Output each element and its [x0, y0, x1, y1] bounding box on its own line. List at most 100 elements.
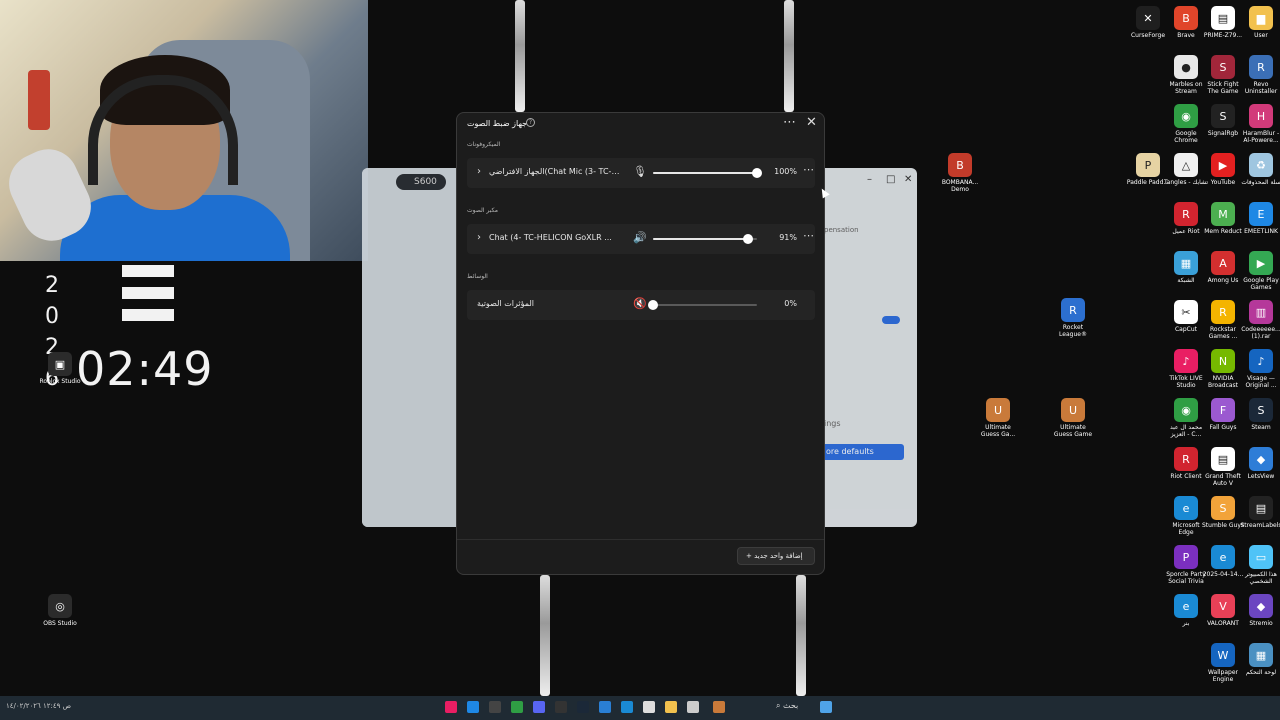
more-options-icon[interactable]: ⋯: [783, 115, 796, 130]
app-icon: F: [1211, 398, 1235, 422]
device-row-microphone[interactable]: › الجهاز الافتراضي(Chat Mic (3- TC-H... …: [467, 158, 815, 188]
desktop-icon[interactable]: ▆ User: [1239, 6, 1280, 39]
desktop-icon-label: Wallpaper Engine: [1207, 669, 1238, 683]
webcam-overlay: [0, 0, 368, 261]
desktop-icon-label: محمد ال عبد العزيز - C...: [1169, 424, 1203, 438]
steam-icon[interactable]: [577, 701, 589, 713]
app-icon: e: [1174, 496, 1198, 520]
desktop-icon-label: CurseForge: [1130, 32, 1166, 39]
desktop-icon[interactable]: U Ultimate Guess Ga...: [976, 398, 1020, 438]
desktop-icon[interactable]: ◆ LetsView: [1239, 447, 1280, 480]
app-icon: R: [1211, 300, 1235, 324]
app-icon: N: [1211, 349, 1235, 373]
desktop-icon[interactable]: ◆ Stremio: [1239, 594, 1280, 627]
app-icon[interactable]: [713, 701, 725, 713]
desktop-icon-label: لوحة التحكم: [1245, 669, 1277, 676]
volume-slider[interactable]: [653, 234, 757, 244]
system-tray-clock[interactable]: ص ١٢:٤٩ ١٤/٠٢/٢٠٢٦: [6, 702, 71, 710]
volume-slider[interactable]: [653, 168, 762, 178]
speaker-muted-icon[interactable]: 🔇: [633, 297, 647, 310]
chrome-icon[interactable]: [511, 701, 523, 713]
slider-knob[interactable]: [742, 234, 753, 244]
desktop-icon[interactable]: R Revo Uninstaller: [1239, 55, 1280, 95]
store-icon[interactable]: [643, 701, 655, 713]
desktop-icon-label: Stick Fight The Game: [1207, 81, 1239, 95]
app-icon: W: [1211, 643, 1235, 667]
desktop-icon-label: User: [1254, 32, 1268, 39]
vscode-icon[interactable]: [599, 701, 611, 713]
close-icon[interactable]: ✕: [806, 115, 817, 130]
close-icon[interactable]: ✕: [904, 174, 912, 185]
slider-knob[interactable]: [648, 300, 658, 310]
desktop-icon[interactable]: ▤ StreamLabels: [1239, 496, 1280, 529]
app-icon: ●: [1174, 55, 1198, 79]
volume-mixer-panel: جهاز ضبط الصوت ? ⋯ ✕ الميكروفونات › الجه…: [456, 112, 825, 575]
minimize-icon[interactable]: –: [867, 174, 872, 185]
desktop-icon[interactable]: S Steam: [1239, 398, 1280, 431]
app-icon: ✕: [1136, 6, 1160, 30]
tiktok-icon[interactable]: [445, 701, 457, 713]
desktop-icon-label: BOMBANA... Demo: [941, 179, 979, 193]
start-icon[interactable]: [820, 701, 832, 713]
desktop-icon-label: HaramBlur - Al-Powere...: [1242, 130, 1280, 144]
app-icon: ▶: [1211, 153, 1235, 177]
background-window-sidebar: [362, 168, 457, 527]
clock-time: 02:49: [76, 342, 214, 396]
desktop-icon[interactable]: ▶ Google Play Games: [1239, 251, 1280, 291]
device-row-media[interactable]: المؤثرات الصوتية 🔇 0%: [467, 290, 815, 320]
help-icon[interactable]: ?: [526, 118, 535, 127]
device-chip[interactable]: S600: [396, 174, 446, 190]
more-options-icon[interactable]: ⋯: [803, 163, 814, 176]
discord-icon[interactable]: [533, 701, 545, 713]
wallpaper-strip: [796, 575, 806, 696]
app-icon: ♪: [1249, 349, 1273, 373]
desktop-icon-label: Steam: [1251, 424, 1271, 431]
desktop-icon-label: PRIME-Z79...: [1203, 32, 1243, 39]
obs-icon[interactable]: [489, 701, 501, 713]
chevron-right-icon[interactable]: ›: [477, 166, 481, 177]
desktop-icon[interactable]: P Paddle Padd...: [1126, 153, 1170, 186]
desktop-icon[interactable]: U Ultimate Guess Game: [1051, 398, 1095, 438]
section-label-microphones: الميكروفونات: [467, 141, 501, 148]
slider-knob[interactable]: [752, 168, 762, 178]
app-icon: E: [1249, 202, 1273, 226]
desktop-icon-label: YouTube: [1210, 179, 1236, 186]
terminal-icon[interactable]: [555, 701, 567, 713]
toggle-switch[interactable]: [882, 316, 900, 324]
chevron-right-icon[interactable]: ›: [477, 232, 481, 243]
desktop-icon[interactable]: B BOMBANA... Demo: [938, 153, 982, 193]
desktop-icon[interactable]: H HaramBlur - Al-Powere...: [1239, 104, 1280, 144]
desktop-icon[interactable]: ♪ Visage — Original ...: [1239, 349, 1280, 389]
desktop-icon[interactable]: ▥ Codeeeeee...(1).rar: [1239, 300, 1280, 340]
clock-menu-icon: [122, 265, 174, 333]
desktop-icon-label: بنر: [1182, 620, 1190, 627]
app-icon: ▦: [1249, 643, 1273, 667]
app-icon: R: [1061, 298, 1085, 322]
file-explorer-icon[interactable]: [665, 701, 677, 713]
taskbar-search[interactable]: ⌕ بحث: [776, 701, 798, 711]
app-icon[interactable]: [467, 701, 479, 713]
desktop-icon[interactable]: ♻ سلة المحذوفات: [1239, 153, 1280, 186]
restore-defaults-button[interactable]: ore defaults: [822, 444, 904, 460]
desktop-icon[interactable]: ▭ هذا الكمبيوتر الشخصي: [1239, 545, 1280, 585]
desktop-icon-label: LetsView: [1247, 473, 1275, 480]
edge-icon[interactable]: [621, 701, 633, 713]
more-options-icon[interactable]: ⋯: [803, 229, 814, 242]
desktop-icon[interactable]: E EMEETLINK: [1239, 202, 1280, 235]
desktop-icon-roblox-studio[interactable]: ▣ Roblox Studio: [38, 352, 82, 385]
desktop-icon-label: Ultimate Guess Game: [1053, 424, 1093, 438]
maximize-icon[interactable]: □: [886, 174, 895, 185]
desktop-icon[interactable]: R Rocket League®: [1051, 298, 1095, 338]
desktop-icon[interactable]: ▦ لوحة التحكم: [1239, 643, 1280, 676]
app-icon[interactable]: [687, 701, 699, 713]
microphone-icon[interactable]: 🎙: [633, 165, 647, 178]
desktop-icon[interactable]: ◎ OBS Studio: [38, 594, 82, 627]
desktop-icon-label: Google Play Games: [1243, 277, 1279, 291]
device-row-speaker[interactable]: › Chat (4- TC-HELICON GoXLR ... 🔊 91% ⋯: [467, 224, 815, 254]
app-icon: ◉: [1174, 104, 1198, 128]
add-new-button[interactable]: + إضافة واحد جديد: [737, 547, 815, 565]
app-icon: ▤: [1211, 447, 1235, 471]
volume-slider[interactable]: [648, 300, 757, 310]
desktop-icon-label: Brave: [1177, 32, 1195, 39]
speaker-icon[interactable]: 🔊: [633, 231, 647, 244]
